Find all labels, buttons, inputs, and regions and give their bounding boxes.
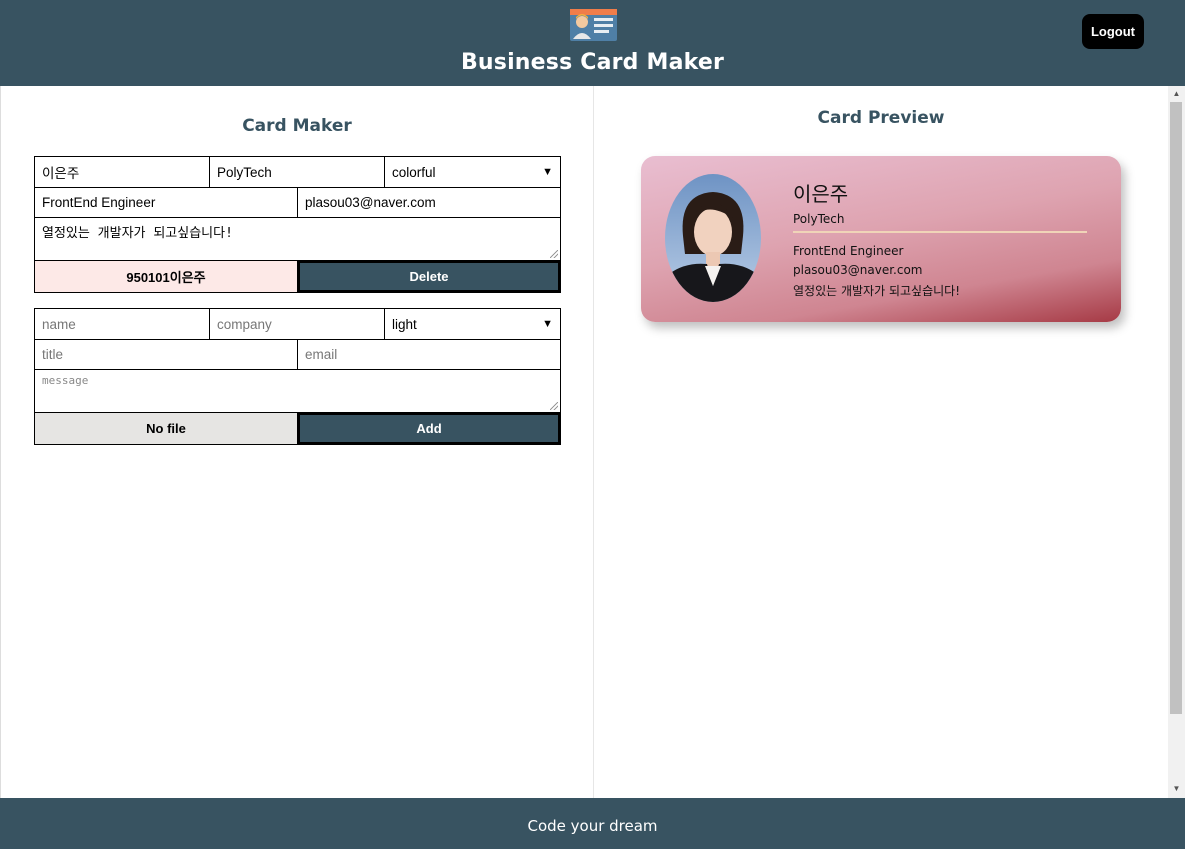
- message-textarea[interactable]: message: [35, 370, 560, 412]
- title-input[interactable]: title: [35, 340, 298, 369]
- app-footer: Code your dream: [0, 798, 1185, 849]
- app-header: Business Card Maker Logout: [0, 0, 1185, 86]
- title-input[interactable]: FrontEnd Engineer: [35, 188, 298, 217]
- card-email: plasou03@naver.com: [793, 263, 923, 277]
- theme-select-value: light: [392, 316, 417, 332]
- form-row: No file Add: [35, 413, 560, 444]
- resize-handle-icon[interactable]: [550, 250, 558, 258]
- form-row: 이은주 PolyTech colorful ▼: [35, 157, 560, 188]
- file-upload-button[interactable]: 950101이은주: [35, 261, 298, 292]
- delete-button[interactable]: Delete: [298, 261, 560, 292]
- vertical-scrollbar[interactable]: ▲ ▼: [1168, 86, 1185, 798]
- message-text: 열정있는 개발자가 되고싶습니다!: [42, 226, 233, 241]
- form-row: title email: [35, 340, 560, 370]
- card-divider-line: [793, 231, 1087, 233]
- card-message: 열정있는 개발자가 되고싶습니다!: [793, 284, 961, 298]
- message-placeholder: message: [42, 374, 89, 387]
- theme-select[interactable]: light ▼: [385, 309, 560, 339]
- card-edit-form: 이은주 PolyTech colorful ▼ FrontEnd Enginee…: [34, 156, 561, 293]
- profile-photo: [665, 174, 761, 302]
- chevron-down-icon: ▼: [542, 318, 553, 330]
- file-upload-button[interactable]: No file: [35, 413, 298, 444]
- name-input[interactable]: 이은주: [35, 157, 210, 187]
- chevron-down-icon: ▼: [542, 166, 553, 178]
- form-row: 950101이은주 Delete: [35, 261, 560, 292]
- business-card: 이은주 PolyTech FrontEnd Engineer plasou03@…: [641, 156, 1121, 322]
- scroll-thumb[interactable]: [1170, 102, 1182, 714]
- footer-text: Code your dream: [527, 817, 658, 835]
- card-name: 이은주: [793, 182, 849, 206]
- company-input[interactable]: company: [210, 309, 385, 339]
- scroll-up-arrow-icon[interactable]: ▲: [1168, 88, 1185, 100]
- name-input[interactable]: name: [35, 309, 210, 339]
- form-row: 열정있는 개발자가 되고싶습니다!: [35, 218, 560, 261]
- resize-handle-icon[interactable]: [550, 402, 558, 410]
- card-add-form: name company light ▼ title email message…: [34, 308, 561, 445]
- add-button[interactable]: Add: [298, 413, 560, 444]
- company-input[interactable]: PolyTech: [210, 157, 385, 187]
- card-maker-title: Card Maker: [242, 116, 352, 136]
- card-title: FrontEnd Engineer: [793, 244, 904, 258]
- email-input[interactable]: plasou03@naver.com: [298, 188, 560, 217]
- business-card-logo-icon: [570, 9, 617, 41]
- email-input[interactable]: email: [298, 340, 560, 369]
- logout-button[interactable]: Logout: [1082, 14, 1144, 49]
- scroll-down-arrow-icon[interactable]: ▼: [1168, 783, 1185, 795]
- card-preview-title: Card Preview: [817, 108, 945, 128]
- form-row: FrontEnd Engineer plasou03@naver.com: [35, 188, 560, 218]
- panel-divider: [593, 86, 594, 798]
- main-content: Card Maker 이은주 PolyTech colorful ▼ Front…: [0, 86, 1185, 798]
- app-title: Business Card Maker: [460, 50, 725, 75]
- theme-select[interactable]: colorful ▼: [385, 157, 560, 187]
- form-row: name company light ▼: [35, 309, 560, 340]
- message-textarea[interactable]: 열정있는 개발자가 되고싶습니다!: [35, 218, 560, 260]
- form-row: message: [35, 370, 560, 413]
- card-company: PolyTech: [793, 212, 845, 226]
- theme-select-value: colorful: [392, 164, 436, 180]
